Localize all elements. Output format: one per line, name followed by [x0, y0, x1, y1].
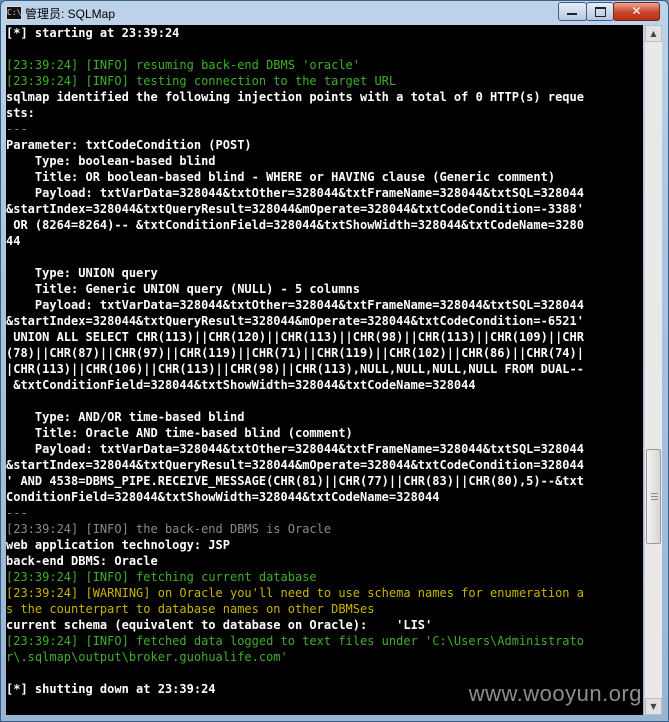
grip-line: [651, 496, 658, 497]
console-line: Payload: txtVarData=328044&txtOther=3280…: [6, 186, 584, 200]
minimize-icon: [567, 13, 577, 15]
window-title: 管理员: SQLMap: [25, 7, 116, 21]
console-line: Parameter: txtCodeCondition (POST): [6, 138, 252, 152]
console-line: 44: [6, 234, 21, 248]
console-line: sqlmap identified the following injectio…: [6, 90, 584, 104]
close-icon: ✕: [631, 4, 642, 18]
console-line: current schema (equivalent to database o…: [6, 618, 433, 632]
console-line: [*] starting at 23:39:24: [6, 26, 180, 40]
console-line: Title: OR boolean-based blind - WHERE or…: [6, 170, 556, 184]
console-line: &startIndex=328044&txtQueryResult=328044…: [6, 202, 584, 216]
console-line: &startIndex=328044&txtQueryResult=328044…: [6, 458, 584, 472]
console-line: [23:39:24] [WARNING] on Oracle you'll ne…: [6, 586, 584, 600]
console-line: |CHR(113)||CHR(106)||CHR(113)||CHR(98)||…: [6, 362, 584, 376]
console-output[interactable]: [*] starting at 23:39:24 [23:39:24] [INFO…: [6, 25, 643, 715]
scroll-up-arrow-icon[interactable]: ▲: [645, 25, 662, 42]
console-line: [23:39:24] [INFO] fetching current datab…: [6, 570, 317, 584]
close-button[interactable]: ✕: [613, 2, 660, 21]
console-line: ConditionField=328044&txtShowWidth=32804…: [6, 490, 440, 504]
scrollbar-thumb[interactable]: [646, 449, 661, 544]
console-line: [23:39:24] [INFO] testing connection to …: [6, 74, 397, 88]
console-line: ---: [6, 122, 28, 136]
console-line: Type: boolean-based blind: [6, 154, 216, 168]
console-line: back-end DBMS: Oracle: [6, 554, 158, 568]
console-line: s the counterpart to database names on o…: [6, 602, 375, 616]
vertical-scrollbar[interactable]: ▲ ▼: [644, 25, 662, 715]
console-line: (78)||CHR(87)||CHR(97)||CHR(119)||CHR(71…: [6, 346, 584, 360]
console-line: ---: [6, 506, 28, 520]
console-line: web application technology: JSP: [6, 538, 230, 552]
grip-line: [651, 493, 658, 494]
console-line: [23:39:24] [INFO] resuming back-end DBMS…: [6, 58, 361, 72]
console-line: &startIndex=328044&txtQueryResult=328044…: [6, 314, 584, 328]
maximize-icon: [595, 7, 606, 17]
console-line: r\.sqlmap\output\broker.guohualife.com': [6, 650, 288, 664]
console-line: Type: AND/OR time-based blind: [6, 410, 245, 424]
console-line: &txtConditionField=328044&txtShowWidth=3…: [6, 378, 476, 392]
maximize-button[interactable]: [586, 2, 614, 21]
watermark: www.wooyun.org: [468, 681, 642, 706]
console-line: ' AND 4538=DBMS_PIPE.RECEIVE_MESSAGE(CHR…: [6, 474, 584, 488]
title-bar[interactable]: C:\ 管理员: SQLMap ✕: [1, 1, 668, 25]
console-line: Type: UNION query: [6, 266, 158, 280]
scroll-down-arrow-icon[interactable]: ▼: [645, 698, 662, 715]
console-line: sts:: [6, 106, 35, 120]
console-line: OR (8264=8264)-- &txtConditionField=3280…: [6, 218, 584, 232]
grip-line: [651, 499, 658, 500]
console-line: [23:39:24] [INFO] fetched data logged to…: [6, 634, 584, 648]
console-line: [23:39:24] [INFO] the back-end DBMS is O…: [6, 522, 332, 536]
console-line: Payload: txtVarData=328044&txtOther=3280…: [6, 442, 584, 456]
cmd-icon[interactable]: C:\: [6, 6, 22, 20]
console-window: C:\ 管理员: SQLMap ✕ [*] starting at 23:39:…: [0, 0, 669, 722]
console-line: UNION ALL SELECT CHR(113)||CHR(120)||CHR…: [6, 330, 584, 344]
console-line: Payload: txtVarData=328044&txtOther=3280…: [6, 298, 584, 312]
console-line: Title: Generic UNION query (NULL) - 5 co…: [6, 282, 361, 296]
minimize-button[interactable]: [558, 2, 587, 21]
console-line: Title: Oracle AND time-based blind (comm…: [6, 426, 353, 440]
